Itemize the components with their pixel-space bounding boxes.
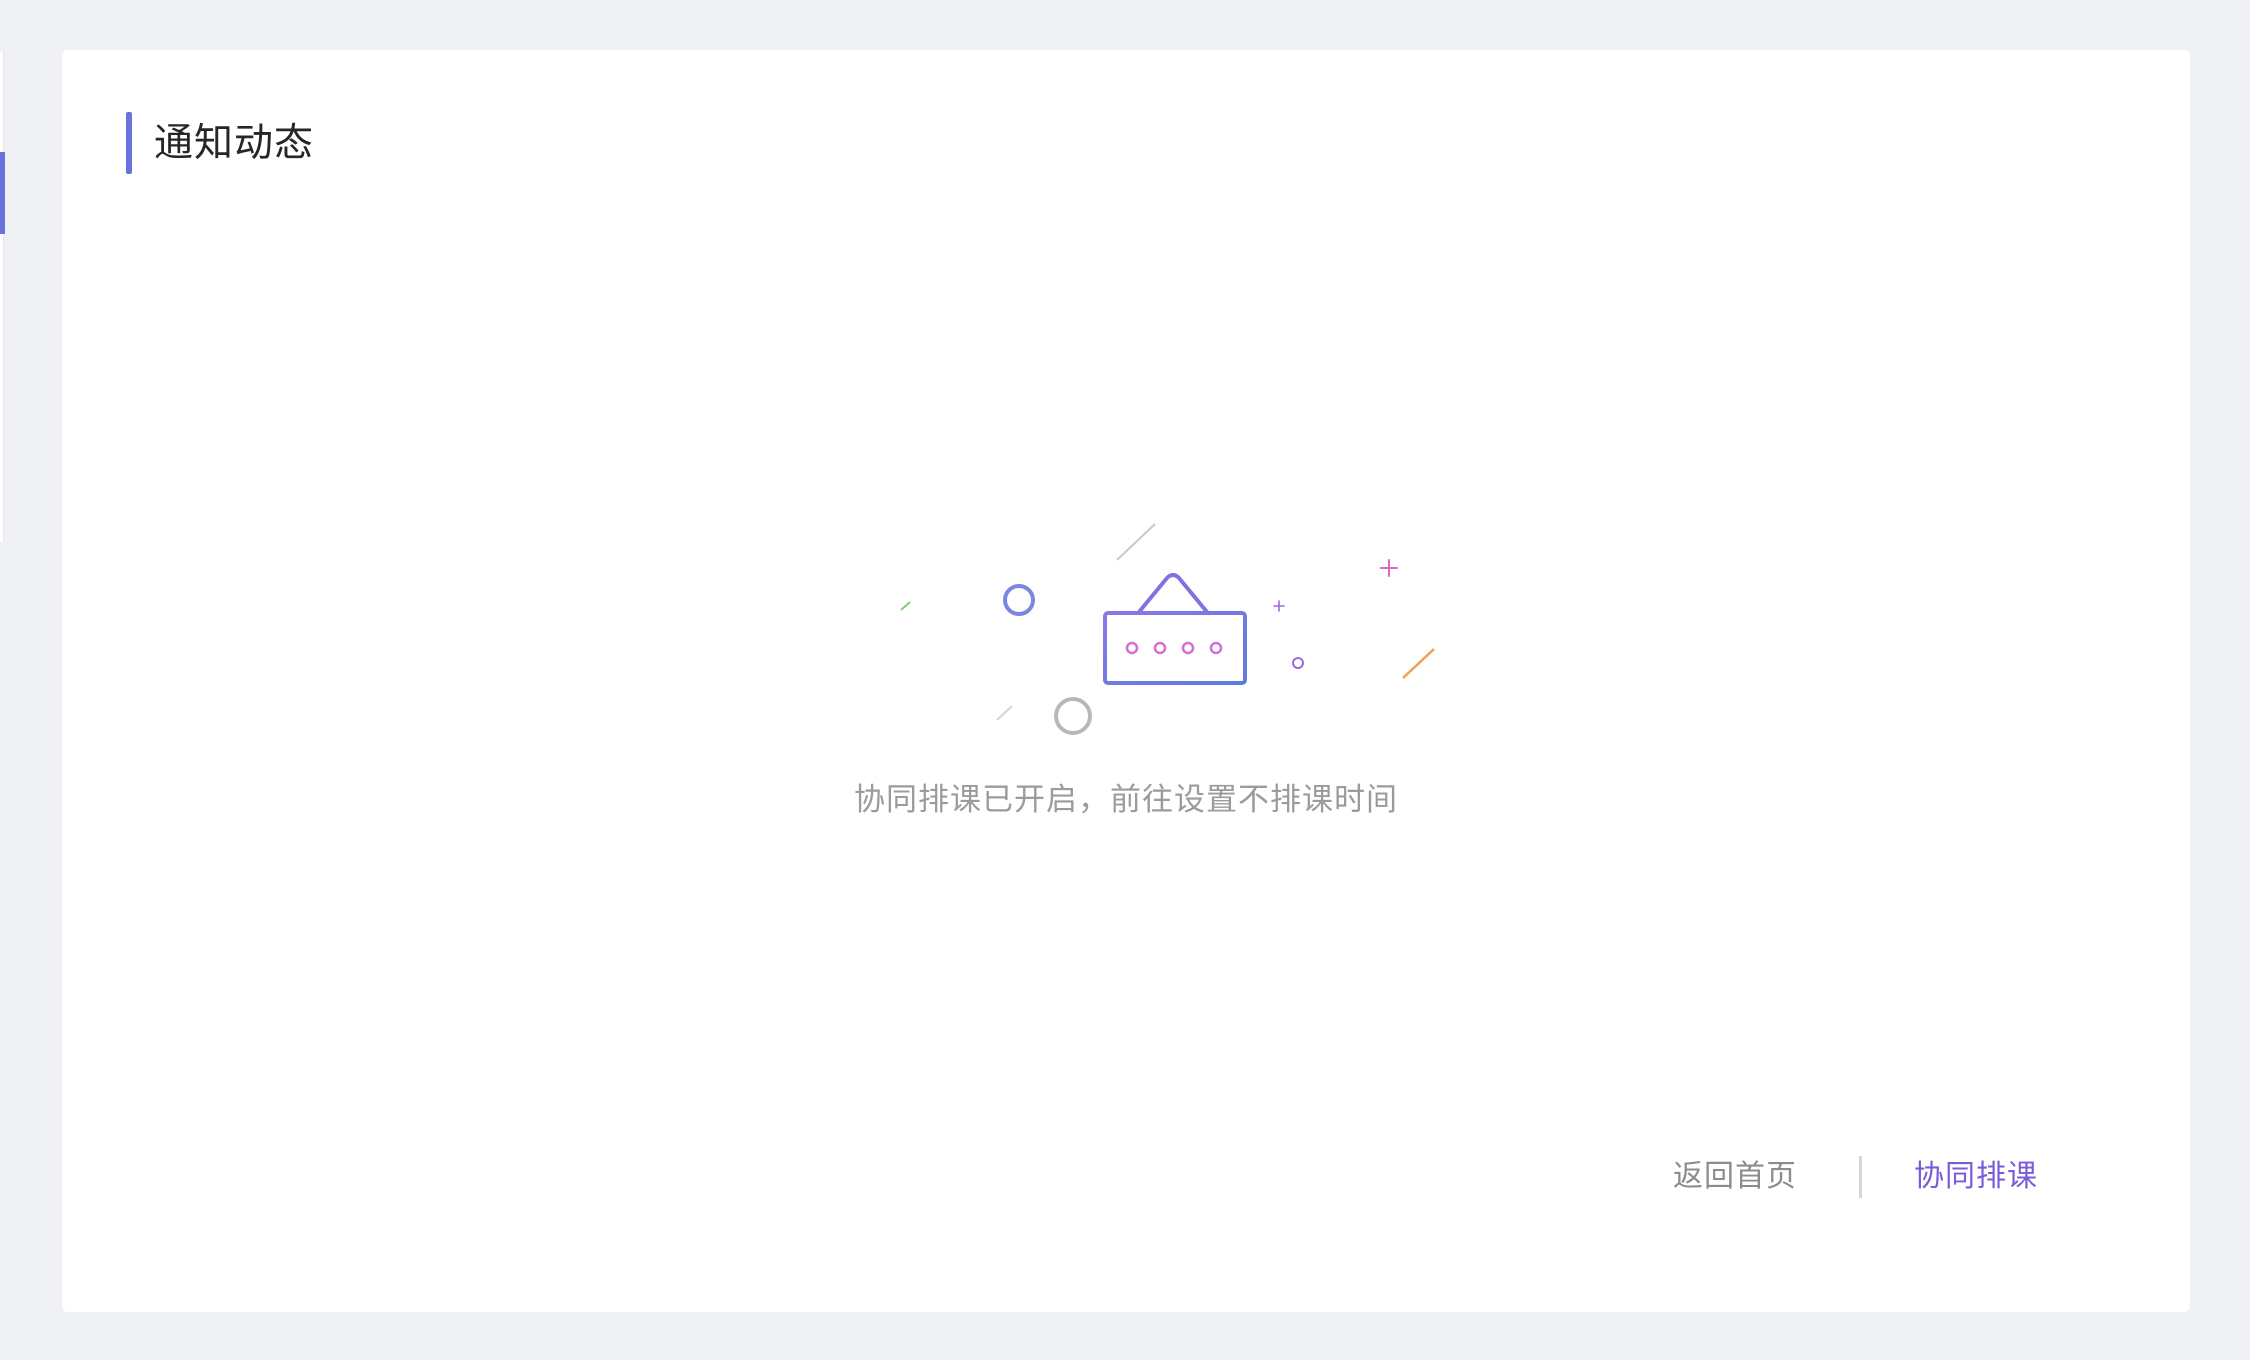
empty-calendar-icon xyxy=(900,523,1435,735)
notice-card: 通知动态 协同排课已开启，前往设置不排课时间 返回首页 协同排课 xyxy=(62,50,2190,1312)
collaborative-scheduling-link[interactable]: 协同排课 xyxy=(1914,1154,2038,1200)
empty-state-message: 协同排课已开启，前往设置不排课时间 xyxy=(854,782,1398,818)
action-divider xyxy=(1859,1156,1862,1198)
sidebar-edge xyxy=(0,52,4,542)
section-title: 通知动态 xyxy=(154,121,315,166)
back-home-link[interactable]: 返回首页 xyxy=(1673,1154,1797,1200)
sidebar-active-indicator xyxy=(0,152,5,234)
action-bar: 返回首页 协同排课 xyxy=(1673,1154,2038,1200)
title-accent-bar xyxy=(126,112,132,174)
